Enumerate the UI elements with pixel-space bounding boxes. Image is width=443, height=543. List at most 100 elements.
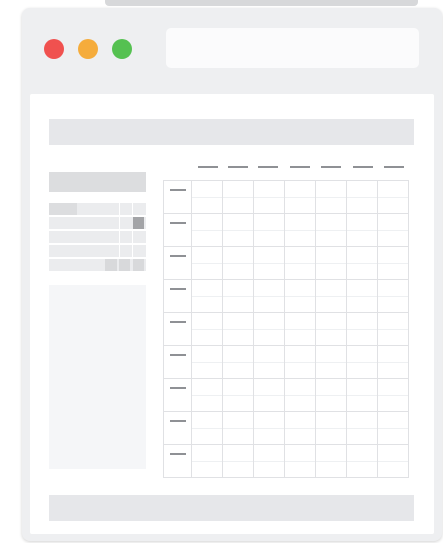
grid-cell[interactable] <box>377 312 409 346</box>
grid-cell[interactable] <box>377 378 409 412</box>
cell-half-line <box>378 395 408 396</box>
cell-half-line <box>316 428 346 429</box>
grid-cell[interactable] <box>284 213 316 247</box>
grid-cell[interactable] <box>315 411 347 445</box>
grid-cell[interactable] <box>253 312 285 346</box>
grid-cell[interactable] <box>284 444 316 478</box>
grid-cell[interactable] <box>253 246 285 280</box>
grid-cell[interactable] <box>191 444 223 478</box>
grid-cell[interactable] <box>253 279 285 313</box>
column-header-dash <box>228 166 248 168</box>
grid-cell[interactable] <box>191 213 223 247</box>
background-window-edge <box>105 0 418 6</box>
grid-row <box>163 246 409 280</box>
grid-cell[interactable] <box>346 345 378 379</box>
cell-half-line <box>285 296 315 297</box>
grid-cell[interactable] <box>346 312 378 346</box>
header-placeholder <box>49 119 414 145</box>
grid-cell[interactable] <box>222 444 254 478</box>
cell-half-line <box>285 362 315 363</box>
grid-cell[interactable] <box>253 378 285 412</box>
grid-cell[interactable] <box>284 378 316 412</box>
grid-cell[interactable] <box>315 312 347 346</box>
grid-cell[interactable] <box>346 246 378 280</box>
cell-half-line <box>223 362 253 363</box>
grid-cell[interactable] <box>191 312 223 346</box>
grid-cell[interactable] <box>315 213 347 247</box>
grid-cell[interactable] <box>315 378 347 412</box>
grid-cell[interactable] <box>315 345 347 379</box>
cell-half-line <box>316 362 346 363</box>
grid-cell[interactable] <box>377 246 409 280</box>
grid-row-header <box>163 279 192 313</box>
grid-cell[interactable] <box>253 411 285 445</box>
grid-cell[interactable] <box>191 279 223 313</box>
grid-cell[interactable] <box>284 180 316 214</box>
grid-cell[interactable] <box>191 378 223 412</box>
grid-cell[interactable] <box>377 213 409 247</box>
grid-cell[interactable] <box>222 279 254 313</box>
grid-cell[interactable] <box>253 213 285 247</box>
minimize-button[interactable] <box>78 39 98 59</box>
grid-cell[interactable] <box>346 180 378 214</box>
grid-cell[interactable] <box>253 345 285 379</box>
grid-cell[interactable] <box>284 411 316 445</box>
mini-table-cell <box>105 259 117 271</box>
grid-row-header <box>163 213 192 247</box>
grid-cell[interactable] <box>284 345 316 379</box>
grid-cell[interactable] <box>284 246 316 280</box>
cell-half-line <box>378 428 408 429</box>
cell-half-line <box>347 395 377 396</box>
grid-cell[interactable] <box>315 279 347 313</box>
grid-cell[interactable] <box>191 345 223 379</box>
grid-cell[interactable] <box>222 411 254 445</box>
grid-cell[interactable] <box>346 279 378 313</box>
grid-cell[interactable] <box>346 411 378 445</box>
sidebar-header-placeholder <box>49 172 146 192</box>
grid-cell[interactable] <box>315 180 347 214</box>
address-bar[interactable] <box>166 28 419 68</box>
grid-row <box>163 279 409 313</box>
grid-cell[interactable] <box>315 246 347 280</box>
grid-cell[interactable] <box>222 378 254 412</box>
footer-placeholder <box>49 495 414 521</box>
cell-half-line <box>254 362 284 363</box>
grid-cell[interactable] <box>377 444 409 478</box>
grid-cell[interactable] <box>377 345 409 379</box>
grid-cell[interactable] <box>346 213 378 247</box>
cell-half-line <box>316 461 346 462</box>
maximize-button[interactable] <box>112 39 132 59</box>
grid-cell[interactable] <box>315 444 347 478</box>
grid-cell[interactable] <box>191 411 223 445</box>
close-button[interactable] <box>44 39 64 59</box>
cell-half-line <box>316 329 346 330</box>
grid-cell[interactable] <box>253 180 285 214</box>
cell-half-line <box>254 428 284 429</box>
mini-table-row <box>49 231 146 243</box>
grid-cell[interactable] <box>222 180 254 214</box>
grid-cell[interactable] <box>377 411 409 445</box>
grid-cell[interactable] <box>284 312 316 346</box>
grid-cell[interactable] <box>377 180 409 214</box>
grid-cell[interactable] <box>191 180 223 214</box>
grid-cell[interactable] <box>377 279 409 313</box>
cell-half-line <box>285 329 315 330</box>
cell-half-line <box>378 263 408 264</box>
grid-cell[interactable] <box>346 378 378 412</box>
cell-half-line <box>223 428 253 429</box>
mini-table-row <box>49 245 146 257</box>
grid-row <box>163 180 409 214</box>
grid-cell[interactable] <box>222 246 254 280</box>
grid-cell[interactable] <box>191 246 223 280</box>
grid-cell[interactable] <box>284 279 316 313</box>
mini-table-cell <box>119 259 130 271</box>
grid-cell[interactable] <box>346 444 378 478</box>
grid-cell[interactable] <box>253 444 285 478</box>
grid-cell[interactable] <box>222 345 254 379</box>
cell-half-line <box>347 197 377 198</box>
cell-half-line <box>316 263 346 264</box>
grid-row-header <box>163 246 192 280</box>
row-header-dash <box>170 354 186 356</box>
grid-cell[interactable] <box>222 312 254 346</box>
grid-cell[interactable] <box>222 213 254 247</box>
